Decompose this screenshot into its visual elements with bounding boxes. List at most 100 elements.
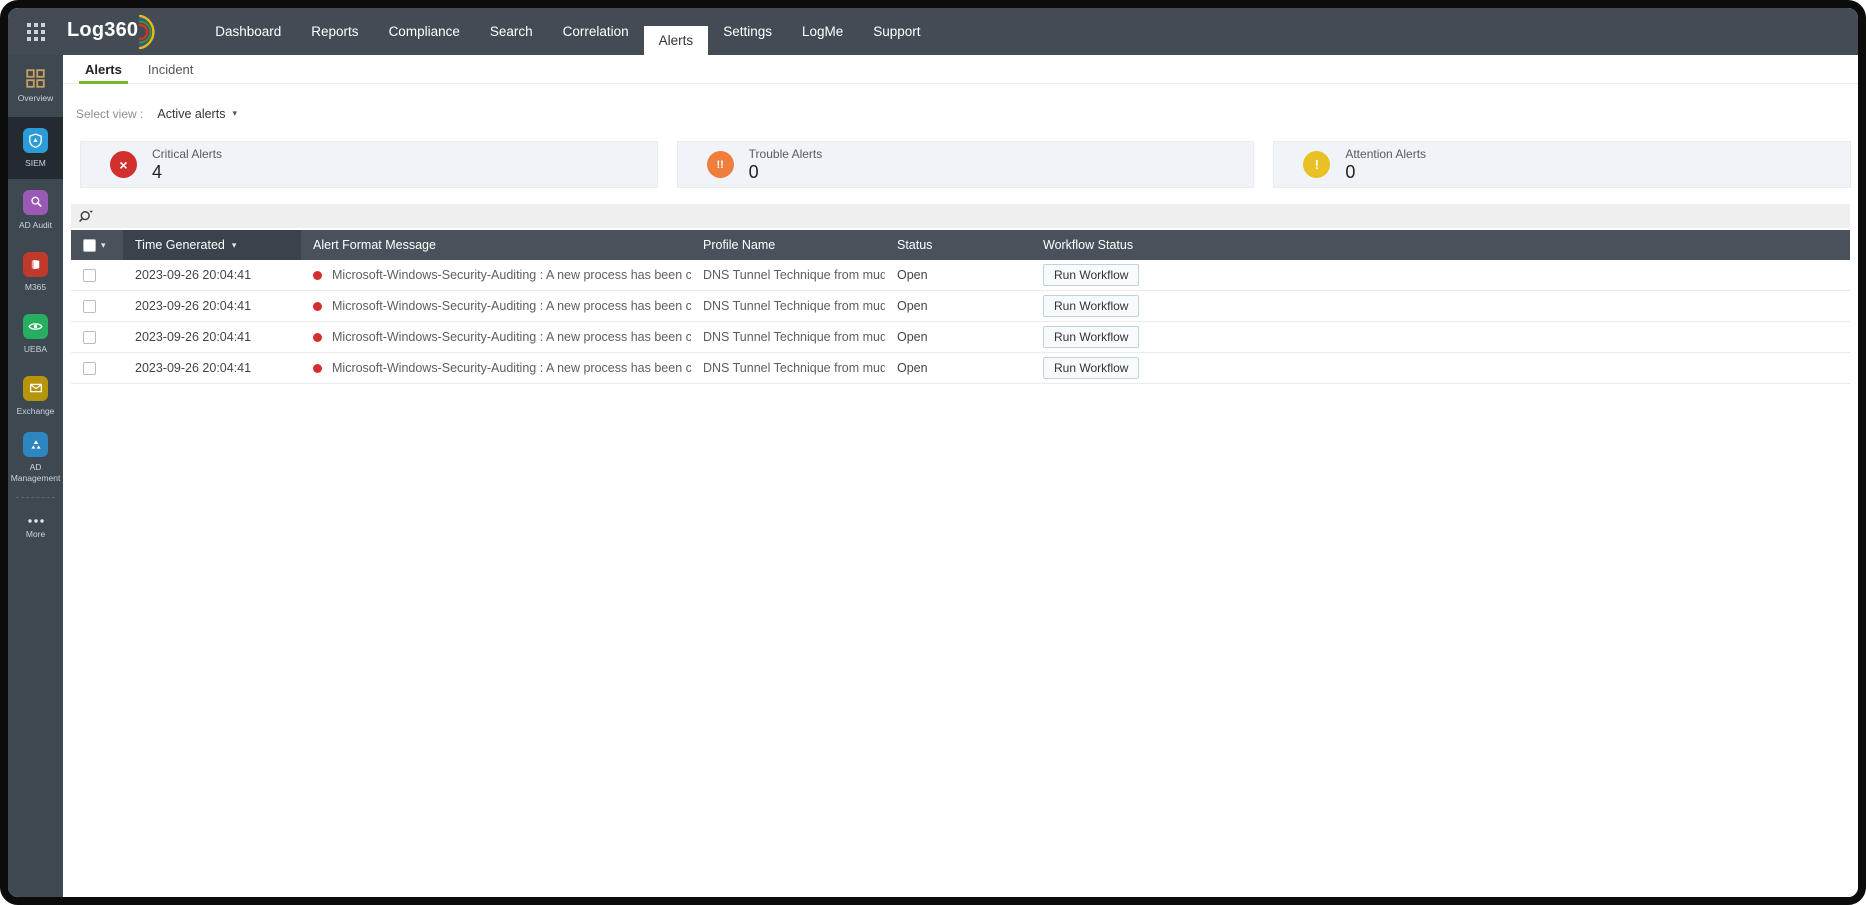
search-icon[interactable] — [78, 208, 95, 225]
nav-reports[interactable]: Reports — [296, 8, 373, 55]
row-checkbox[interactable] — [83, 268, 96, 282]
time-generated-cell: 2023-09-26 20:04:41 — [135, 330, 252, 344]
time-generated-cell: 2023-09-26 20:04:41 — [135, 268, 252, 282]
row-checkbox[interactable] — [83, 330, 96, 344]
card-value: 0 — [1345, 161, 1356, 182]
run-workflow-button[interactable]: Run Workflow — [1043, 264, 1140, 286]
app-grid-icon[interactable] — [8, 22, 63, 42]
select-all-checkbox[interactable] — [83, 238, 96, 252]
sidebar-label: UEBA — [23, 343, 48, 354]
ad-management-icon — [23, 432, 48, 458]
view-selector-row: Select view : Active alerts ▾ — [76, 106, 1858, 121]
sidebar-item-siem[interactable]: SIEM — [8, 117, 63, 179]
sidebar-item-m365[interactable]: M365 — [8, 241, 63, 303]
critical-severity-dot-icon — [313, 363, 322, 373]
alert-summary-cards: × Critical Alerts 4 !! Trouble Alerts 0 … — [80, 141, 1852, 188]
logo-arc-icon — [139, 14, 156, 49]
critical-severity-dot-icon — [313, 270, 322, 280]
chevron-down-icon: ▾ — [232, 108, 237, 118]
nav-correlation[interactable]: Correlation — [548, 8, 644, 55]
top-bar: Log360 Dashboard Reports Compliance Sear… — [8, 8, 1858, 55]
card-value: 4 — [152, 161, 163, 182]
sort-descending-icon: ▾ — [231, 239, 237, 250]
sidebar-label: Overview — [17, 92, 54, 103]
attention-alerts-card[interactable]: ! Attention Alerts 0 — [1273, 141, 1852, 188]
sidebar-item-ad-audit[interactable]: AD Audit — [8, 179, 63, 241]
select-view-label: Select view : — [76, 106, 144, 121]
sidebar-item-overview[interactable]: Overview — [8, 55, 63, 117]
content-area: Alerts Incident Select view : Active ale… — [63, 55, 1858, 897]
table-search-bar[interactable] — [71, 204, 1850, 228]
critical-x-icon: × — [110, 151, 137, 178]
nav-alerts[interactable]: Alerts — [643, 26, 709, 55]
table-row: 2023-09-26 20:04:41 Microsoft-Windows-Se… — [71, 260, 1850, 291]
app-grid-icon-glyph — [26, 22, 45, 41]
column-header-profile-name[interactable]: Profile Name — [691, 230, 885, 260]
overview-grid-icon — [26, 68, 45, 88]
row-checkbox[interactable] — [83, 361, 96, 375]
select-all-header[interactable]: ▾ — [71, 230, 123, 260]
siem-shield-icon — [23, 127, 48, 153]
trouble-double-exclamation-icon: !! — [706, 151, 734, 178]
table-row: 2023-09-26 20:04:41 Microsoft-Windows-Se… — [71, 322, 1850, 353]
sidebar-label: Exchange — [16, 405, 55, 416]
time-generated-cell: 2023-09-26 20:04:41 — [135, 361, 252, 375]
log360-logo[interactable]: Log360 — [67, 14, 158, 49]
status-cell: Open — [897, 268, 928, 282]
critical-severity-dot-icon — [313, 301, 322, 311]
chevron-down-icon: ▾ — [101, 239, 106, 250]
sidebar-item-more[interactable]: More — [8, 498, 63, 560]
card-title: Attention Alerts — [1345, 146, 1427, 161]
profile-name-cell: DNS Tunnel Technique from mud... — [703, 330, 885, 344]
sidebar-label: AD Management — [10, 462, 61, 483]
sidebar: Overview SIEM AD Audit M365 UEBA Exchang… — [8, 55, 63, 897]
more-dots-icon — [27, 519, 44, 523]
critical-alerts-card[interactable]: × Critical Alerts 4 — [80, 141, 658, 188]
column-header-workflow-status[interactable]: Workflow Status — [1031, 230, 1850, 260]
card-title: Trouble Alerts — [748, 146, 823, 161]
exchange-mail-icon — [23, 375, 48, 401]
time-generated-cell: 2023-09-26 20:04:41 — [135, 299, 252, 313]
status-cell: Open — [897, 299, 928, 313]
alert-message-cell: Microsoft-Windows-Security-Auditing : A … — [301, 291, 691, 321]
run-workflow-button[interactable]: Run Workflow — [1043, 295, 1140, 317]
nav-compliance[interactable]: Compliance — [374, 8, 475, 55]
run-workflow-button[interactable]: Run Workflow — [1043, 357, 1140, 379]
run-workflow-button[interactable]: Run Workflow — [1043, 326, 1140, 348]
nav-logme[interactable]: LogMe — [787, 8, 858, 55]
card-value: 0 — [748, 161, 759, 182]
table-header-row: ▾ Time Generated ▾ Alert Format Message … — [71, 230, 1850, 260]
view-dropdown[interactable]: Active alerts ▾ — [157, 107, 237, 121]
nav-settings[interactable]: Settings — [708, 8, 787, 55]
sub-tabs: Alerts Incident — [63, 55, 1858, 84]
main-nav: Dashboard Reports Compliance Search Corr… — [200, 8, 935, 55]
sidebar-label: SIEM — [25, 157, 46, 168]
tab-alerts[interactable]: Alerts — [72, 55, 135, 84]
nav-search[interactable]: Search — [475, 8, 548, 55]
alert-message-cell: Microsoft-Windows-Security-Auditing : A … — [301, 353, 691, 383]
profile-name-cell: DNS Tunnel Technique from mud... — [703, 361, 885, 375]
search-input[interactable] — [101, 204, 1850, 228]
logo-text: Log360 — [67, 18, 139, 41]
alert-message-cell: Microsoft-Windows-Security-Auditing : A … — [301, 322, 691, 352]
alert-message-cell: Microsoft-Windows-Security-Auditing : A … — [301, 260, 691, 290]
profile-name-cell: DNS Tunnel Technique from mud... — [703, 299, 885, 313]
column-header-alert-format-message[interactable]: Alert Format Message — [301, 230, 691, 260]
sidebar-item-exchange[interactable]: Exchange — [8, 365, 63, 427]
status-cell: Open — [897, 330, 928, 344]
sidebar-label: AD Audit — [18, 219, 53, 230]
empty-area — [63, 384, 1858, 897]
row-checkbox[interactable] — [83, 299, 96, 313]
table-row: 2023-09-26 20:04:41 Microsoft-Windows-Se… — [71, 353, 1850, 384]
trouble-alerts-card[interactable]: !! Trouble Alerts 0 — [676, 141, 1255, 188]
nav-dashboard[interactable]: Dashboard — [200, 8, 296, 55]
sidebar-item-ad-management[interactable]: AD Management — [8, 427, 63, 489]
sidebar-label: More — [25, 529, 46, 540]
ad-audit-magnifier-icon — [23, 189, 48, 215]
attention-exclamation-icon: ! — [1303, 151, 1331, 178]
tab-incident[interactable]: Incident — [135, 55, 207, 83]
column-header-status[interactable]: Status — [885, 230, 1031, 260]
sidebar-item-ueba[interactable]: UEBA — [8, 303, 63, 365]
column-header-time-generated[interactable]: Time Generated ▾ — [123, 230, 301, 260]
nav-support[interactable]: Support — [858, 8, 935, 55]
